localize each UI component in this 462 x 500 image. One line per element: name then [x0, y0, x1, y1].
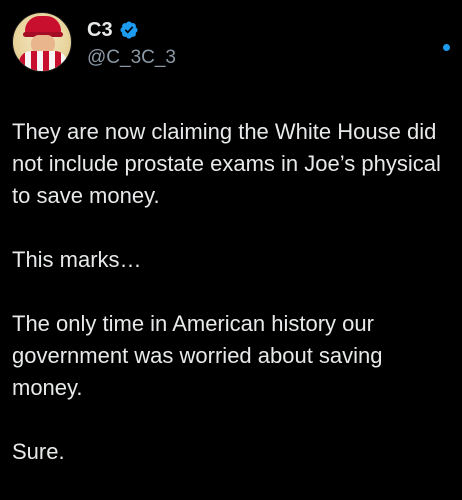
author-display-name[interactable]: C3 [87, 18, 113, 42]
tweet-paragraph-3: The only time in American history our go… [12, 311, 383, 400]
verified-badge-icon [119, 20, 139, 40]
author-name-row: C3 [87, 18, 139, 42]
tweet-paragraph-4: Sure. [12, 439, 65, 464]
tweet-body: They are now claiming the White House di… [12, 116, 450, 468]
tweet-paragraph-2: This marks… [12, 247, 142, 272]
author-handle[interactable]: @C_3C_3 [87, 46, 176, 70]
avatar[interactable] [12, 12, 72, 72]
avatar-shirt [19, 51, 67, 71]
tweet-paragraph-1: They are now claiming the White House di… [12, 119, 441, 208]
unread-dot-icon [443, 44, 450, 51]
tweet-card[interactable]: C3 @C_3C_3 They are now claiming the Whi… [0, 0, 462, 500]
